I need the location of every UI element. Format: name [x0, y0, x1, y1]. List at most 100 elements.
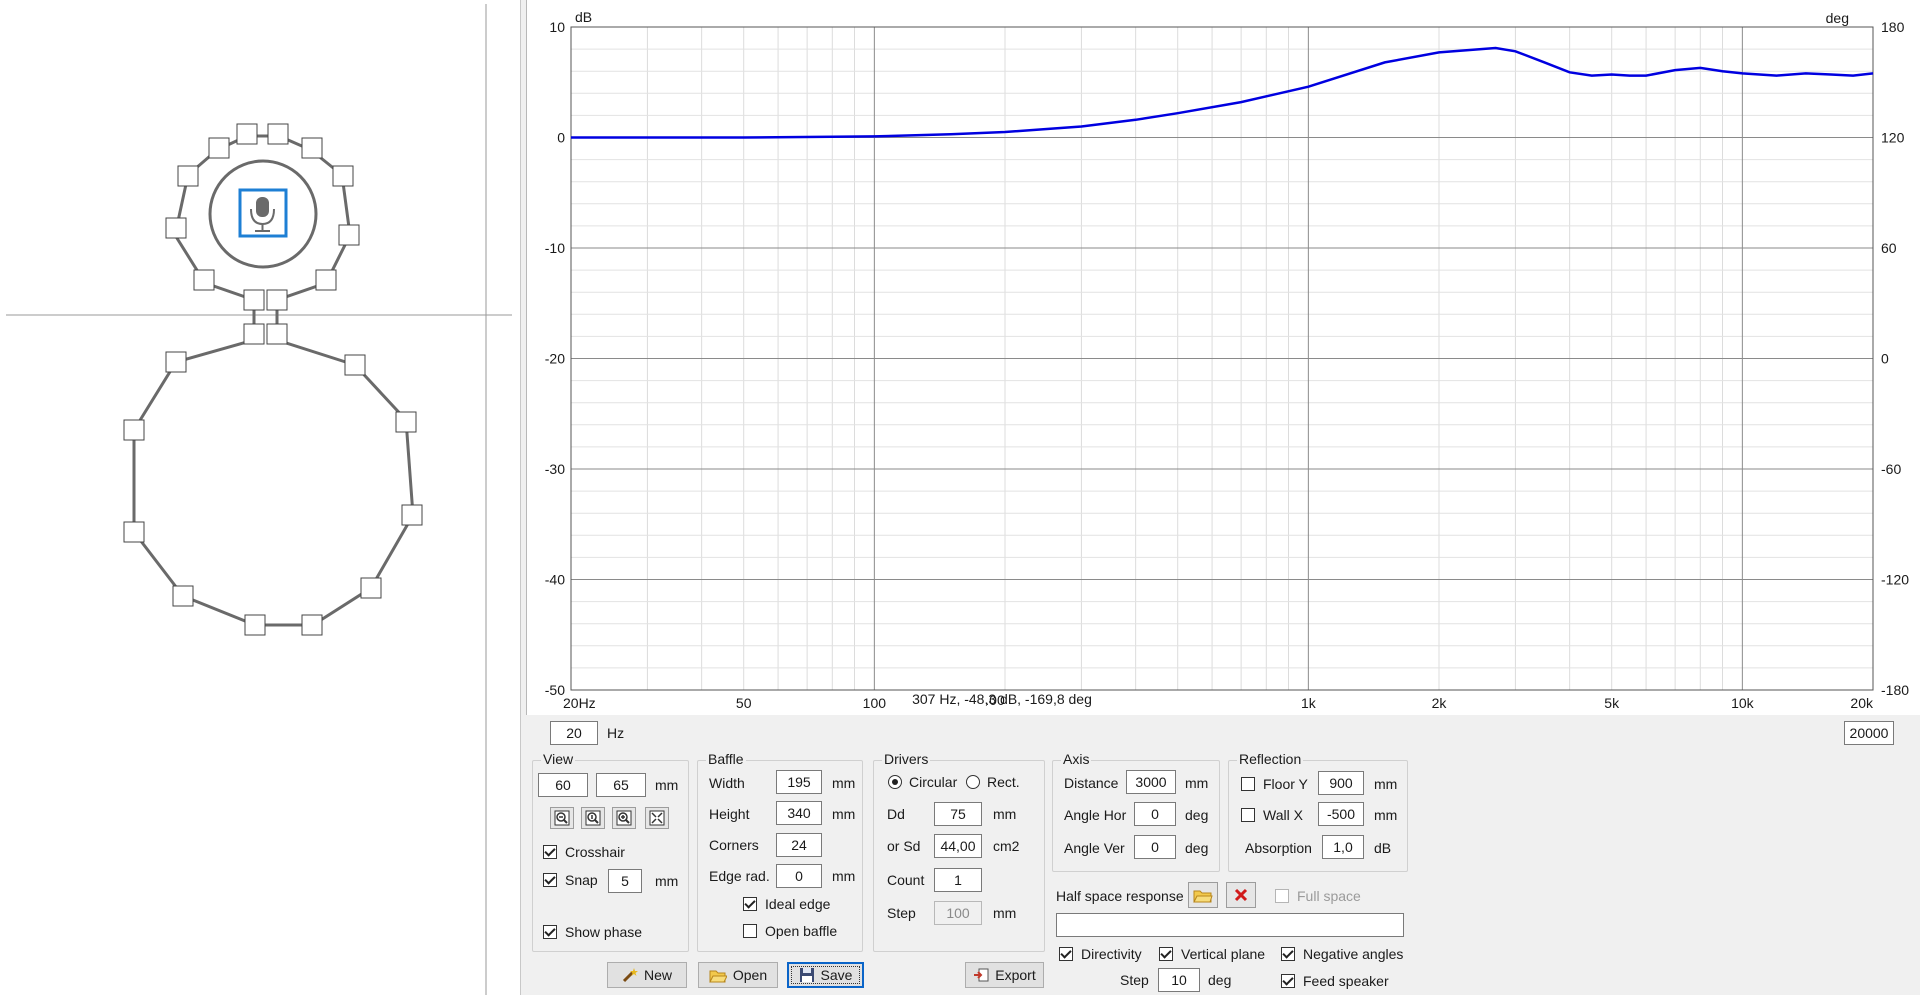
- y-tick-label: -20: [545, 351, 565, 367]
- directivity-checkbox[interactable]: [1059, 947, 1073, 961]
- crosshair-checkbox[interactable]: [543, 845, 557, 859]
- y-unit-left: dB: [575, 9, 592, 25]
- negative-angles-checkbox[interactable]: [1281, 947, 1295, 961]
- graph-grid: [570, 26, 1873, 691]
- corner-handle[interactable]: [338, 224, 360, 246]
- corner-handle[interactable]: [123, 521, 145, 543]
- delete-icon[interactable]: [1226, 882, 1256, 908]
- wall-label: Wall X: [1263, 807, 1303, 823]
- full-space-checkbox[interactable]: [1275, 889, 1289, 903]
- corner-handle[interactable]: [315, 269, 337, 291]
- x-tick-label: 20k: [1850, 695, 1874, 711]
- sd-input[interactable]: 44,00: [934, 834, 982, 858]
- corner-handle[interactable]: [243, 289, 265, 311]
- x-tick-label: 100: [863, 695, 887, 711]
- corner-handle[interactable]: [165, 351, 187, 373]
- x-tick-label: 20Hz: [563, 695, 596, 711]
- corner-handle[interactable]: [267, 123, 289, 145]
- open-baffle-checkbox[interactable]: [743, 924, 757, 938]
- zoom-out-icon[interactable]: [550, 807, 574, 829]
- half-space-path-input[interactable]: [1056, 913, 1404, 937]
- freq-min-input[interactable]: 20: [550, 721, 598, 745]
- step-unit: mm: [993, 905, 1017, 921]
- angle-ver-input[interactable]: 0: [1134, 835, 1176, 859]
- corner-handle[interactable]: [123, 419, 145, 441]
- x-tick-label: 2k: [1432, 695, 1448, 711]
- corner-handle[interactable]: [266, 289, 288, 311]
- view-x-input[interactable]: 60: [538, 773, 588, 797]
- show-phase-checkbox[interactable]: [543, 925, 557, 939]
- full-view-icon[interactable]: [645, 807, 669, 829]
- corner-handle[interactable]: [243, 323, 265, 345]
- y2-tick-label: -60: [1881, 461, 1901, 477]
- zoom-in-icon[interactable]: [612, 807, 636, 829]
- distance-input[interactable]: 3000: [1126, 770, 1176, 794]
- zoom-fit-icon[interactable]: [581, 807, 605, 829]
- dd-label: Dd: [887, 806, 905, 822]
- corner-handle[interactable]: [401, 504, 423, 526]
- save-button[interactable]: Save: [787, 962, 864, 988]
- corner-handle[interactable]: [266, 323, 288, 345]
- corner-handle[interactable]: [244, 614, 266, 636]
- new-button[interactable]: New: [607, 962, 687, 988]
- microphone-icon[interactable]: [238, 188, 288, 238]
- snap-unit: mm: [655, 873, 679, 889]
- count-input[interactable]: 1: [934, 868, 982, 892]
- edge-radius-input[interactable]: 0: [776, 864, 822, 888]
- height-input[interactable]: 340: [776, 801, 822, 825]
- corner-handle[interactable]: [301, 137, 323, 159]
- y2-tick-label: 0: [1881, 351, 1889, 367]
- folder-open-icon[interactable]: [1188, 882, 1218, 908]
- corner-handle[interactable]: [360, 577, 382, 599]
- floor-unit: mm: [1374, 776, 1398, 792]
- corner-handle[interactable]: [193, 269, 215, 291]
- rect-radio[interactable]: [966, 775, 980, 789]
- sd-label: or Sd: [887, 838, 921, 854]
- angle-ver-unit: deg: [1185, 840, 1209, 856]
- baffle-drawing[interactable]: [0, 0, 520, 995]
- corner-handle[interactable]: [165, 217, 187, 239]
- angle-hor-input[interactable]: 0: [1134, 802, 1176, 826]
- corner-handle[interactable]: [344, 354, 366, 376]
- corners-input[interactable]: 24: [776, 833, 822, 857]
- freq-max-input[interactable]: 20000: [1844, 721, 1894, 745]
- export-button[interactable]: Export: [965, 962, 1044, 988]
- floor-label: Floor Y: [1263, 776, 1308, 792]
- dd-input[interactable]: 75: [934, 802, 982, 826]
- view-y-input[interactable]: 65: [596, 773, 646, 797]
- directivity-step-input[interactable]: 10: [1158, 968, 1200, 992]
- floor-checkbox[interactable]: [1241, 777, 1255, 791]
- y2-tick-label: 120: [1881, 130, 1905, 146]
- corner-handle[interactable]: [236, 123, 258, 145]
- corner-handle[interactable]: [177, 165, 199, 187]
- baffle-canvas[interactable]: [0, 0, 521, 995]
- corner-handle[interactable]: [301, 614, 323, 636]
- corner-handle[interactable]: [332, 165, 354, 187]
- wall-unit: mm: [1374, 807, 1398, 823]
- height-label: Height: [709, 806, 750, 822]
- rect-label: Rect.: [987, 774, 1020, 790]
- corner-handle[interactable]: [172, 585, 194, 607]
- snap-checkbox[interactable]: [543, 873, 557, 887]
- vertical-plane-checkbox[interactable]: [1159, 947, 1173, 961]
- open-button[interactable]: Open: [698, 962, 778, 988]
- floor-input[interactable]: 900: [1318, 771, 1364, 795]
- count-label: Count: [887, 872, 925, 888]
- ideal-edge-checkbox[interactable]: [743, 897, 757, 911]
- wall-checkbox[interactable]: [1241, 808, 1255, 822]
- corner-handle[interactable]: [395, 411, 417, 433]
- wall-input[interactable]: -500: [1318, 802, 1364, 826]
- y2-tick-label: -120: [1881, 572, 1909, 588]
- frequency-response-graph[interactable]: dB deg 10 0 -10 -20 -30 -40 -50 180 120 60 0 -60 -1…: [526, 0, 1920, 715]
- feed-speaker-checkbox[interactable]: [1281, 974, 1295, 988]
- negative-angles-label: Negative angles: [1303, 946, 1404, 962]
- y-tick-label: -40: [545, 572, 565, 588]
- width-input[interactable]: 195: [776, 770, 822, 794]
- x-axis-labels: 20Hz 50 100 1k 2k 5k 10k 20k: [563, 695, 1874, 711]
- circular-radio[interactable]: [888, 775, 902, 789]
- step-label: Step: [887, 905, 916, 921]
- drivers-group-title: Drivers: [882, 751, 931, 767]
- corner-handle[interactable]: [208, 137, 230, 159]
- absorption-input[interactable]: 1,0: [1322, 835, 1364, 859]
- snap-input[interactable]: 5: [608, 869, 642, 893]
